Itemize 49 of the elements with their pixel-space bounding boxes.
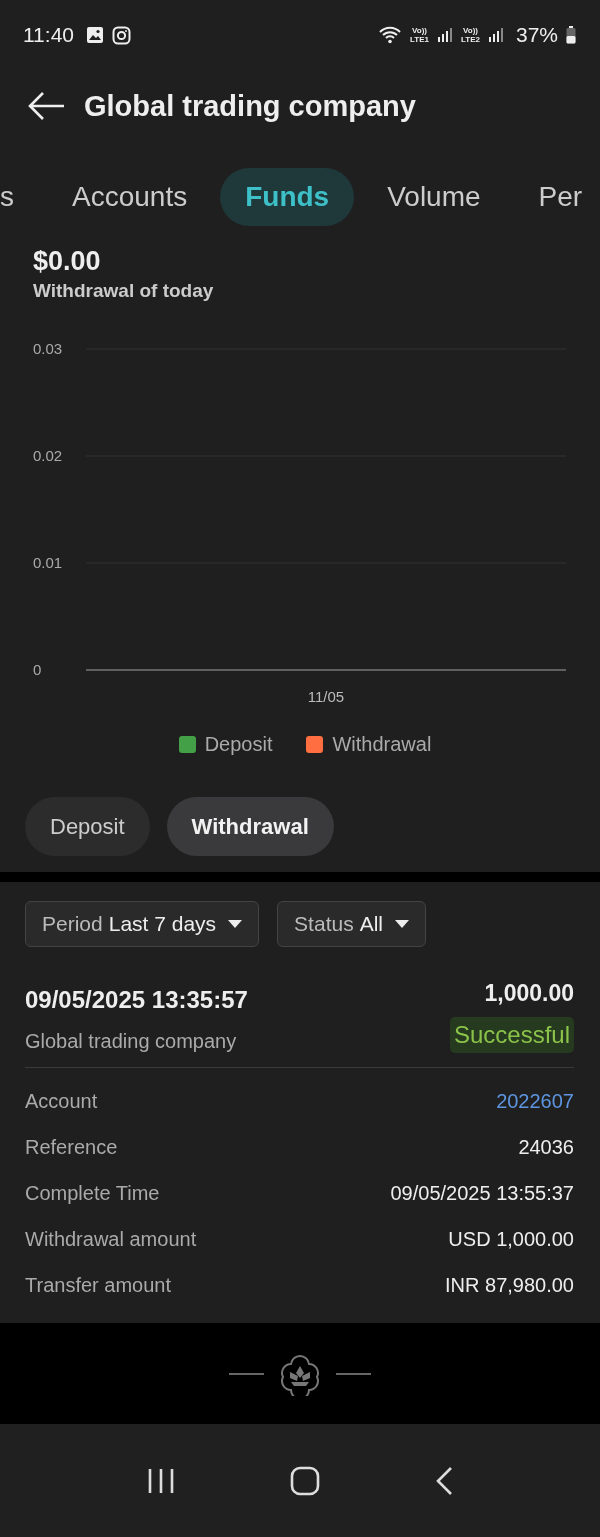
signal-icon: [487, 27, 504, 43]
tab[interactable]: Volume: [362, 168, 506, 226]
y-tick-label: 0.01: [33, 554, 63, 571]
detail-label: Transfer amount: [25, 1273, 171, 1297]
transaction-amount: 1,000.00: [484, 980, 574, 1007]
y-tick-label: 0: [33, 661, 42, 678]
y-tick-label: 0.02: [33, 447, 63, 464]
withdrawal-amount: $0.00: [33, 246, 102, 276]
transaction-datetime: 09/05/2025 13:35:57: [25, 986, 248, 1014]
image-icon: [86, 26, 104, 44]
withdrawal-caption: Withdrawal of today: [33, 280, 215, 302]
legend-label: Deposit: [204, 733, 273, 756]
detail-label: Account: [25, 1089, 98, 1113]
clock-time: 11:40: [23, 23, 74, 47]
wifi-icon: [378, 26, 403, 44]
caret-icon: [395, 920, 409, 928]
legend-label: Withdrawal: [332, 733, 432, 756]
detail-label: Withdrawal amount: [25, 1227, 197, 1251]
detail-value: 24036: [518, 1135, 574, 1159]
battery-percent: 37%: [515, 23, 558, 47]
signal-icon: [437, 27, 453, 43]
detail-value: INR 87,980.00: [445, 1273, 574, 1297]
toggle-button[interactable]: Withdrawal: [166, 797, 334, 856]
back-arrow-icon[interactable]: [28, 91, 66, 121]
battery-icon: [566, 26, 576, 44]
page-title: Global trading company: [84, 89, 416, 123]
detail-value: 09/05/2025 13:55:37: [390, 1181, 574, 1205]
transaction-company: Global trading company: [25, 1030, 238, 1053]
account-link[interactable]: 2022607: [496, 1089, 574, 1113]
tab[interactable]: Funds: [220, 168, 355, 226]
back-icon[interactable]: [434, 1465, 453, 1496]
caret-icon: [228, 920, 243, 928]
tab[interactable]: Per: [513, 168, 600, 226]
x-tick-label: 11/05: [307, 688, 345, 705]
tab[interactable]: Accounts: [47, 168, 213, 226]
detail-label: Complete Time: [25, 1181, 160, 1205]
detail-label: Reference: [25, 1135, 118, 1159]
status-badge: Successful: [449, 1017, 574, 1053]
recent-apps-icon[interactable]: [147, 1467, 176, 1494]
filter-dropdown[interactable]: Status All: [277, 901, 426, 947]
network-label: Vo)) LTE1: [410, 26, 429, 44]
filter-dropdown[interactable]: Period Last 7 days: [25, 901, 260, 947]
detail-value: USD 1,000.00: [448, 1227, 574, 1251]
toggle-button[interactable]: Deposit: [25, 797, 150, 856]
home-icon[interactable]: [290, 1465, 320, 1496]
camera-icon: [112, 25, 131, 45]
y-tick-label: 0.03: [33, 340, 63, 357]
tab[interactable]: s: [0, 168, 39, 226]
network-label: Vo)) LTE2: [461, 26, 480, 44]
